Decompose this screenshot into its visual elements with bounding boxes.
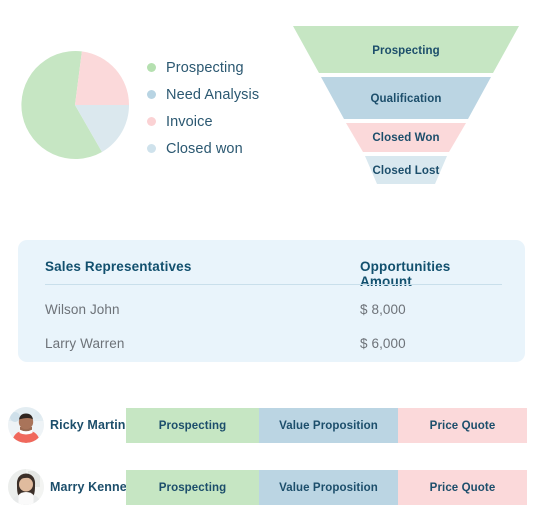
legend-label: Invoice (166, 113, 213, 130)
legend-dot-icon (147, 63, 156, 72)
person-pipeline-row: Ricky Martin Prospecting Value Propositi… (0, 407, 547, 443)
legend-label: Need Analysis (166, 86, 260, 103)
pie-slice-invoice (75, 51, 130, 105)
stage-label: Value Proposition (279, 481, 378, 494)
funnel-label-prospecting: Prospecting (372, 45, 440, 57)
stage-label: Price Quote (429, 481, 496, 494)
table-row[interactable]: Larry Warren $ 6,000 (45, 326, 502, 360)
stage-label: Prospecting (158, 419, 227, 432)
funnel-label-closed-won: Closed Won (372, 132, 439, 144)
pie-legend: Prospecting Need Analysis Invoice Closed… (147, 54, 277, 162)
stage-prospecting[interactable]: Prospecting (126, 408, 259, 443)
cell-rep-amount: $ 6,000 (360, 335, 406, 351)
funnel-label-closed-lost: Closed Lost (373, 165, 440, 177)
dashboard-canvas: Prospecting Need Analysis Invoice Closed… (0, 0, 547, 519)
pipeline-stage-bar: Prospecting Value Proposition Price Quot… (126, 470, 527, 505)
legend-item-closed-won[interactable]: Closed won (147, 135, 277, 162)
legend-item-need-analysis[interactable]: Need Analysis (147, 81, 277, 108)
table-header-divider (45, 284, 502, 285)
stage-label: Value Proposition (279, 419, 378, 432)
cell-rep-amount: $ 8,000 (360, 301, 406, 317)
funnel-label-qualification: Qualification (371, 93, 442, 105)
legend-dot-icon (147, 117, 156, 126)
avatar-female-photo-icon (8, 469, 44, 505)
stage-value-proposition[interactable]: Value Proposition (259, 470, 398, 505)
table-body: Wilson John $ 8,000 Larry Warren $ 6,000 (45, 292, 502, 360)
legend-label: Closed won (166, 140, 243, 157)
sales-representatives-card: Sales Representatives Opportunities Amou… (18, 240, 525, 362)
table-row[interactable]: Wilson John $ 8,000 (45, 292, 502, 326)
legend-dot-icon (147, 144, 156, 153)
avatar-male-photo-icon (8, 407, 44, 443)
cell-rep-name: Wilson John (45, 301, 120, 317)
person-name: Marry Kenne (50, 480, 127, 494)
stage-price-quote[interactable]: Price Quote (398, 408, 527, 443)
stage-price-quote[interactable]: Price Quote (398, 470, 527, 505)
funnel-svg: Prospecting Qualification Closed Won Clo… (293, 26, 519, 184)
stage-value-proposition[interactable]: Value Proposition (259, 408, 398, 443)
avatar[interactable] (8, 469, 44, 505)
pipeline-stage-bar: Prospecting Value Proposition Price Quot… (126, 408, 527, 443)
stage-prospecting[interactable]: Prospecting (126, 470, 259, 505)
legend-dot-icon (147, 90, 156, 99)
person-pipeline-row: Marry Kenne Prospecting Value Propositio… (0, 469, 547, 505)
cell-rep-name: Larry Warren (45, 335, 125, 351)
avatar[interactable] (8, 407, 44, 443)
legend-label: Prospecting (166, 59, 244, 76)
sales-funnel-chart: Prospecting Qualification Closed Won Clo… (288, 26, 524, 186)
opportunity-stage-pie-chart (20, 50, 130, 160)
legend-item-prospecting[interactable]: Prospecting (147, 54, 277, 81)
stage-label: Price Quote (429, 419, 496, 432)
stage-label: Prospecting (158, 481, 227, 494)
pie-svg (21, 51, 130, 160)
legend-item-invoice[interactable]: Invoice (147, 108, 277, 135)
person-name: Ricky Martin (50, 418, 126, 432)
